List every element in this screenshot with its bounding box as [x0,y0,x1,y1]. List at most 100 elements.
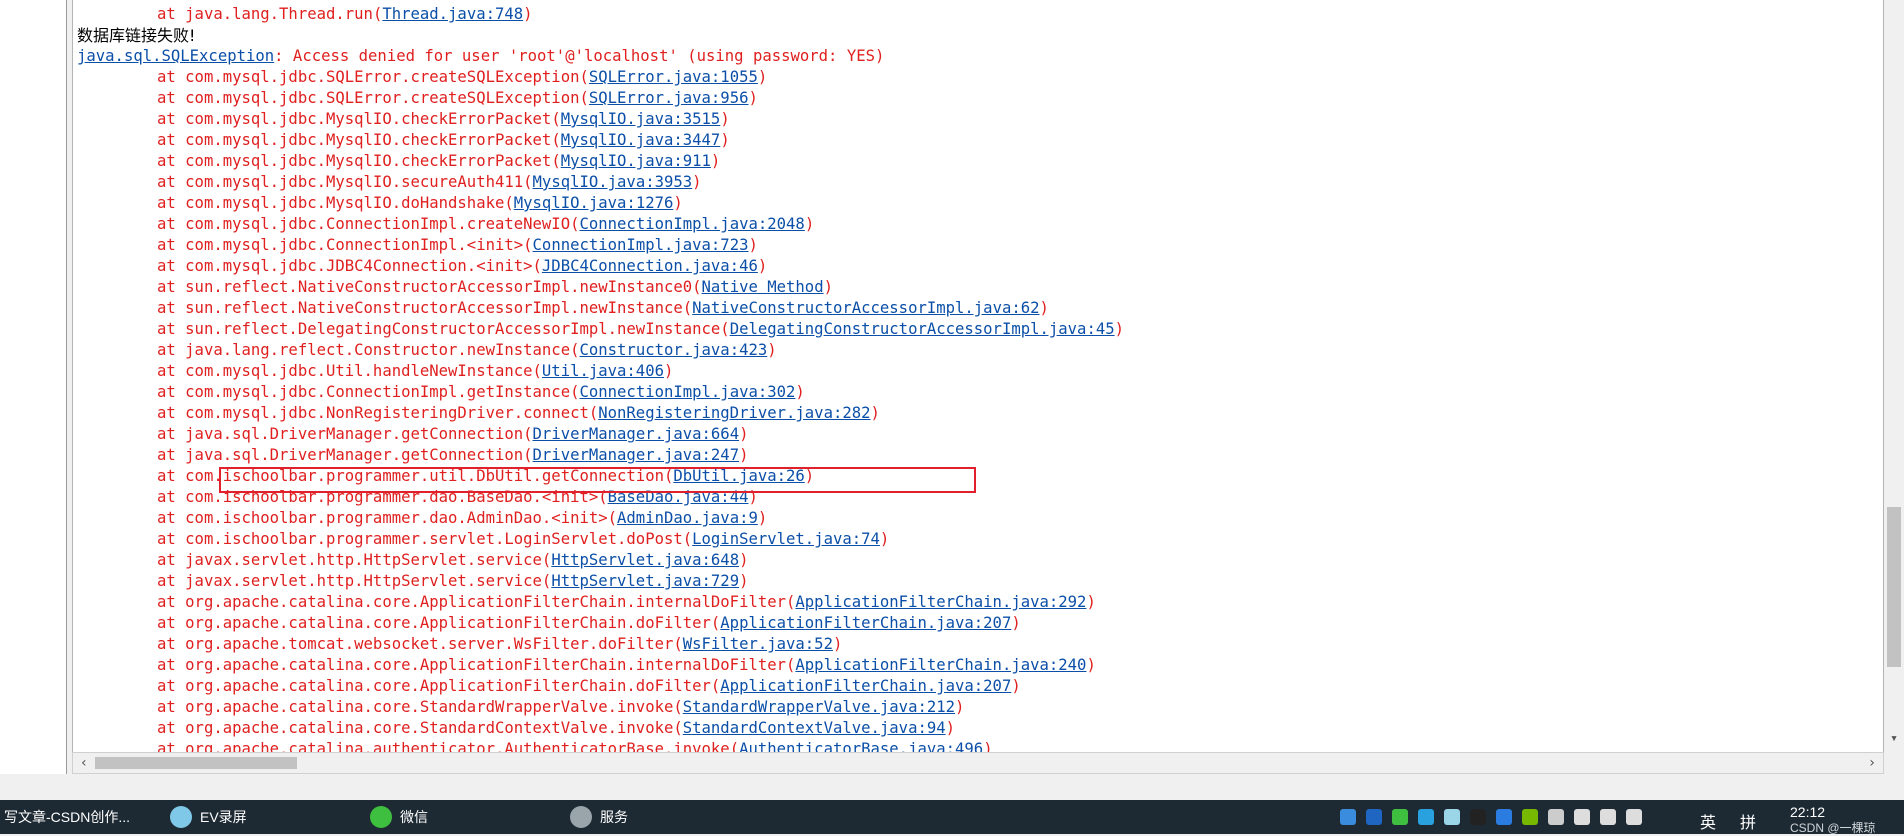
stack-frame-source-link[interactable]: MysqlIO.java:1276 [514,194,674,212]
taskbar-item-csdn[interactable]: 写文章-CSDN创作... [4,800,130,834]
sogou-icon[interactable] [1496,809,1512,825]
vertical-scroll-thumb[interactable] [1887,507,1901,667]
paren-close: ) [879,530,890,548]
volume-icon[interactable] [1626,809,1642,825]
shield-icon[interactable] [1366,809,1382,825]
paren-close: ) [795,383,805,401]
stack-frame-source-link[interactable]: ConnectionImpl.java:302 [579,383,795,401]
horizontal-scroll-thumb[interactable] [95,757,297,769]
paren-close: ) [748,236,758,254]
stack-frame-source-link[interactable]: WsFilter.java:52 [683,635,833,653]
stack-frame-source-link[interactable]: BaseDao.java:44 [608,488,749,506]
paren-close: ) [710,152,721,170]
horizontal-scrollbar[interactable]: ‹ › [72,752,1884,774]
taskbar-item-ev-recorder[interactable]: EV录屏 [170,800,247,834]
ime-language-indicator[interactable]: 英 [1700,809,1716,833]
upload-icon[interactable] [1340,809,1356,825]
paren-open: ( [673,719,683,737]
left-panel [0,0,67,774]
stack-frame-source-link[interactable]: NativeConstructorAccessorImpl.java:62 [692,299,1039,317]
vertical-scrollbar[interactable]: ▾ [1884,0,1904,752]
console-line: at com.ischoolbar.programmer.dao.AdminDa… [77,508,1124,529]
stack-frame-source-link[interactable]: JDBC4Connection.java:46 [542,257,758,275]
taskbar-item-wechat[interactable]: 微信 [370,800,428,834]
stack-frame-source-link[interactable]: ConnectionImpl.java:2048 [579,215,804,233]
paren-close: ) [1011,677,1021,695]
stack-frame-source-link[interactable]: ConnectionImpl.java:723 [533,236,749,254]
console-lines: at java.lang.Thread.run(Thread.java:748)… [77,4,1124,752]
stack-frame-source-link[interactable]: MysqlIO.java:3515 [561,110,721,128]
exception-message: : Access denied for user 'root'@'localho… [274,47,885,65]
taskbar-item-label: 写文章-CSDN创作... [4,809,130,825]
paren-open: ( [532,362,542,380]
console-line: at org.apache.catalina.core.ApplicationF… [77,676,1124,697]
ev-tray-icon[interactable] [1444,809,1460,825]
stack-frame-source-link[interactable]: ApplicationFilterChain.java:207 [720,677,1011,695]
stack-frame-source-link[interactable]: DelegatingConstructorAccessorImpl.java:4… [730,320,1115,338]
stack-frame-source-link[interactable]: DriverManager.java:664 [533,425,740,443]
network-icon[interactable] [1600,809,1616,825]
console-line: at com.mysql.jdbc.MysqlIO.checkErrorPack… [77,109,1124,130]
console-line: at org.apache.catalina.core.ApplicationF… [77,613,1124,634]
ime-mode-indicator[interactable]: 拼 [1740,809,1756,833]
paren-close: ) [739,446,749,464]
scroll-right-icon[interactable]: › [1863,753,1881,773]
taskbar-item-services[interactable]: 服务 [570,800,628,834]
ev-recorder-icon [170,806,192,828]
stack-frame-source-link[interactable]: HttpServlet.java:648 [551,551,739,569]
console-output[interactable]: at java.lang.Thread.run(Thread.java:748)… [72,0,1884,753]
stack-frame-source-link[interactable]: Constructor.java:423 [579,341,767,359]
scroll-down-icon[interactable]: ▾ [1884,728,1904,750]
stack-frame-source-link[interactable]: AdminDao.java:9 [617,509,758,527]
console-line: at org.apache.catalina.authenticator.Aut… [77,739,1124,752]
stack-frame-source-link[interactable]: MysqlIO.java:3953 [533,173,693,191]
console-line: at java.sql.DriverManager.getConnection(… [77,424,1124,445]
stack-frame-method: at javax.servlet.http.HttpServlet.servic… [157,572,542,590]
taskbar-item-label: 微信 [400,809,428,825]
microphone-icon[interactable] [1574,809,1590,825]
console-line: at sun.reflect.NativeConstructorAccessor… [77,277,1124,298]
nvidia-icon[interactable] [1522,809,1538,825]
console-line: at org.apache.tomcat.websocket.server.Ws… [77,634,1124,655]
stack-frame-source-link[interactable]: DbUtil.java:26 [673,467,804,485]
paren-open: ( [372,5,383,23]
paren-close: ) [739,572,749,590]
stack-frame-method: at com.mysql.jdbc.MysqlIO.secureAuth411 [157,173,524,191]
stack-frame-source-link[interactable]: ApplicationFilterChain.java:240 [795,656,1086,674]
stack-frame-source-link[interactable]: Util.java:406 [542,362,664,380]
stack-frame-source-link[interactable]: MysqlIO.java:3447 [561,131,721,149]
stack-frame-source-link[interactable]: LoginServlet.java:74 [692,530,880,548]
stack-frame-source-link[interactable]: ApplicationFilterChain.java:292 [795,593,1086,611]
qq-icon[interactable] [1470,809,1486,825]
stack-frame-source-link[interactable]: NonRegisteringDriver.java:282 [598,404,870,422]
stack-frame-source-link[interactable]: SQLError.java:1055 [589,68,758,86]
stack-frame-source-link[interactable]: ApplicationFilterChain.java:207 [720,614,1011,632]
exception-link[interactable]: java.sql.SQLException [77,47,274,65]
usb-icon[interactable] [1548,809,1564,825]
stack-frame-method: at com.ischoolbar.programmer.servlet.Log… [157,530,683,548]
console-line: at com.ischoolbar.programmer.dao.BaseDao… [77,487,1124,508]
stack-frame-method: at com.ischoolbar.programmer.dao.AdminDa… [157,509,608,527]
stack-frame-source-link[interactable]: Thread.java:748 [382,5,523,23]
paren-open: ( [541,572,552,590]
stack-frame-method: at com.ischoolbar.programmer.dao.BaseDao… [157,488,599,506]
paren-close: ) [823,278,833,296]
console-line: at com.mysql.jdbc.Util.handleNewInstance… [77,361,1124,382]
stack-frame-source-link[interactable]: DriverManager.java:247 [533,446,740,464]
stack-frame-source-link[interactable]: HttpServlet.java:729 [551,572,739,590]
stack-frame-source-link[interactable]: SQLError.java:956 [589,89,749,107]
paren-close: ) [870,404,880,422]
paren-open: ( [551,131,561,149]
paren-close: ) [757,509,768,527]
paren-close: ) [739,551,749,569]
scroll-left-icon[interactable]: ‹ [75,753,93,773]
clock[interactable]: 22:12 CSDN @一棵琼 [1790,804,1876,836]
stack-frame-source-link[interactable]: MysqlIO.java:911 [561,152,711,170]
stack-frame-source-link[interactable]: StandardWrapperValve.java:212 [683,698,955,716]
console-line: at com.mysql.jdbc.JDBC4Connection.<init>… [77,256,1124,277]
stack-frame-method: at org.apache.tomcat.websocket.server.Ws… [157,635,674,653]
wechat-tray-icon[interactable] [1392,809,1408,825]
stack-frame-source-link[interactable]: Native Method [702,278,824,296]
stack-frame-source-link[interactable]: StandardContextValve.java:94 [683,719,946,737]
telegram-icon[interactable] [1418,809,1434,825]
